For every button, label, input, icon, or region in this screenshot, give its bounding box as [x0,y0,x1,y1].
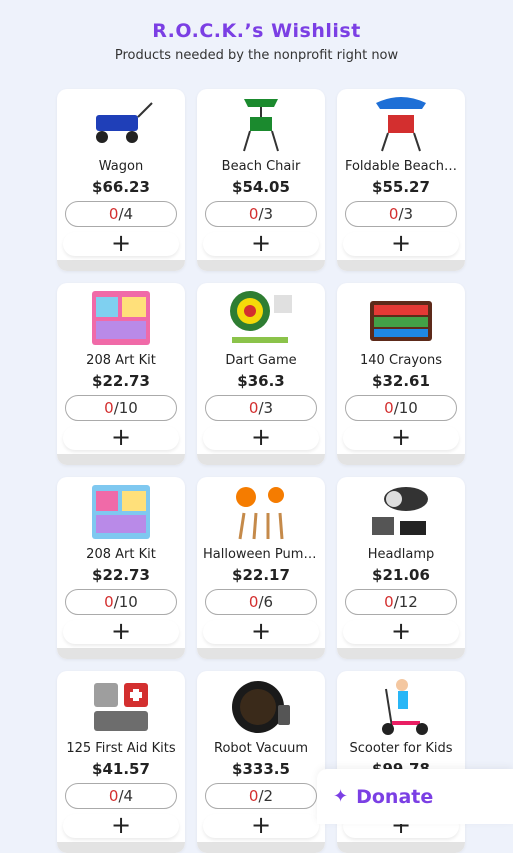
product-name: Foldable Beach… [344,159,458,174]
product-price: $54.05 [232,178,290,196]
product-name: 140 Crayons [360,353,442,368]
product-name: 208 Art Kit [86,547,156,562]
quantity-counter: 0/2 [205,783,317,809]
foldable-chair-image [376,97,426,152]
quantity-counter: 0/12 [345,589,457,615]
quantity-counter: 0/6 [205,589,317,615]
product-price: $32.61 [372,372,430,390]
add-button[interactable]: + [63,425,179,450]
quantity-counter: 0/10 [345,395,457,421]
quantity-counter: 0/3 [205,201,317,227]
quantity-counter: 0/10 [65,589,177,615]
product-card[interactable]: Scooter for Kids $99.78 0/3 + [337,671,465,853]
quantity-counter: 0/3 [345,201,457,227]
product-card[interactable]: 140 Crayons $32.61 0/10 + [337,283,465,465]
page-subtitle: Products needed by the nonprofit right n… [114,48,399,63]
pumpkin-carving-image [236,487,284,540]
add-button[interactable]: + [63,619,179,644]
headlamp-image [372,487,428,535]
product-name: Headlamp [367,547,435,562]
product-card[interactable]: Beach Chair $54.05 0/3 + [197,89,325,271]
sparkle-icon: ✦ [333,786,349,807]
quantity-counter: 0/4 [65,201,177,227]
add-button[interactable]: + [203,619,319,644]
product-name: Halloween Pumpki… [203,547,325,562]
product-card[interactable]: Foldable Beach… $55.27 0/3 + [337,89,465,271]
product-card[interactable]: Dart Game $36.3 0/3 + [197,283,325,465]
add-button[interactable]: + [343,619,459,644]
beach-chair-image [243,99,279,152]
art-kit-image [92,291,150,345]
product-price: $41.57 [92,760,150,778]
product-card[interactable]: 125 First Aid Kits $41.57 0/4 + [57,671,185,853]
product-name: 208 Art Kit [86,353,156,368]
product-price: $21.06 [372,566,430,584]
donate-label: Donate [356,785,434,808]
product-price: $55.27 [372,178,430,196]
quantity-counter: 0/10 [65,395,177,421]
product-card[interactable]: 208 Art Kit $22.73 0/10 + [57,477,185,659]
product-name: Wagon [98,159,144,174]
quantity-counter: 0/3 [205,395,317,421]
add-button[interactable]: + [343,425,459,450]
first-aid-image [94,683,148,731]
add-button[interactable]: + [343,231,459,256]
product-price: $22.73 [92,566,150,584]
product-name: Beach Chair [221,159,301,174]
product-card[interactable]: Headlamp $21.06 0/12 + [337,477,465,659]
add-button[interactable]: + [63,231,179,256]
donate-button[interactable]: ✦ Donate [317,769,513,824]
product-name: Scooter for Kids [349,741,453,756]
product-card[interactable]: Halloween Pumpki… $22.17 0/6 + [197,477,325,659]
add-button[interactable]: + [203,231,319,256]
product-price: $22.73 [92,372,150,390]
add-button[interactable]: + [203,813,319,838]
product-card[interactable]: 208 Art Kit $22.73 0/10 + [57,283,185,465]
robot-vacuum-image [232,681,290,733]
product-price: $36.3 [237,372,285,390]
crayons-image [370,301,432,341]
product-card[interactable]: Wagon $66.23 0/4 + [57,89,185,271]
product-price: $22.17 [232,566,290,584]
product-name: Robot Vacuum [214,741,308,756]
quantity-counter: 0/4 [65,783,177,809]
dart-game-image [230,291,292,343]
header: R.O.C.K.’s Wishlist Products needed by t… [0,0,513,63]
product-name: 125 First Aid Kits [66,741,176,756]
product-grid: Wagon $66.23 0/4 + Beach Chair $54.05 0/… [57,89,465,853]
add-button[interactable]: + [203,425,319,450]
product-price: $66.23 [92,178,150,196]
product-name: Dart Game [225,353,297,368]
product-card[interactable]: Robot Vacuum $333.5 0/2 + [197,671,325,853]
add-button[interactable]: + [63,813,179,838]
wagon-image [96,102,153,143]
product-price: $333.5 [232,760,290,778]
page-title: R.O.C.K.’s Wishlist [152,20,361,42]
art-kit-image [92,485,150,539]
scooter-image [382,679,428,735]
